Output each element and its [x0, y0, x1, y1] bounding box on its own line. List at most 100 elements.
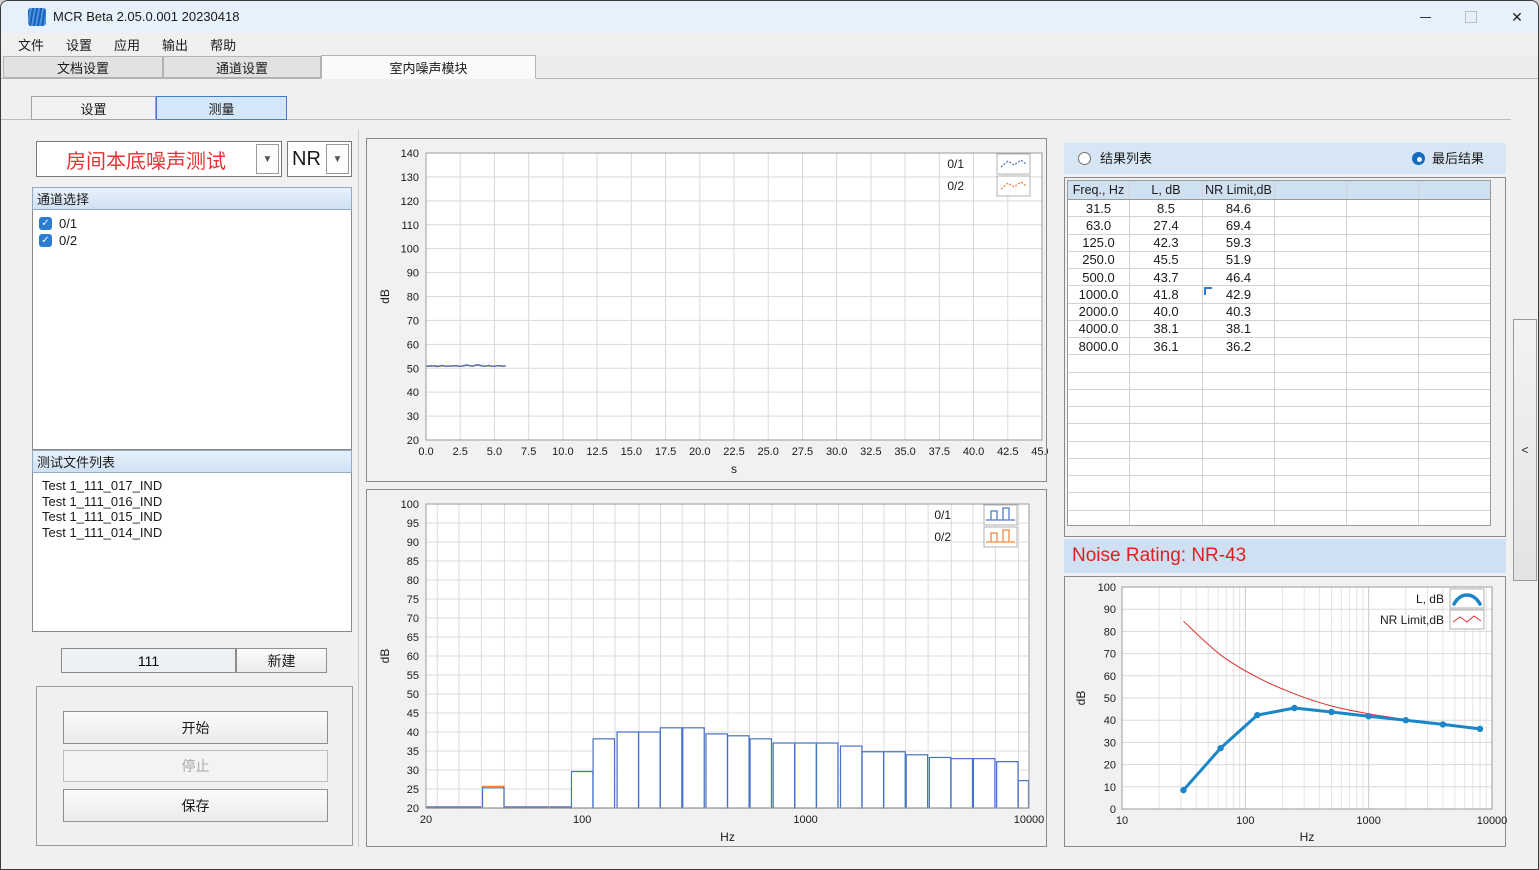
table-cell[interactable] [1130, 459, 1203, 475]
table-row[interactable]: 63.027.469.4 [1068, 217, 1490, 234]
table-cell[interactable] [1347, 235, 1419, 251]
table-cell[interactable] [1203, 355, 1275, 371]
table-cell[interactable]: 38.1 [1203, 321, 1275, 337]
close-button[interactable]: ✕ [1494, 1, 1539, 33]
table-cell[interactable] [1130, 424, 1203, 440]
table-cell[interactable] [1130, 373, 1203, 389]
menu-item-4[interactable]: 帮助 [199, 33, 247, 56]
table-cell[interactable]: 27.4 [1130, 217, 1203, 233]
file-name-input[interactable] [61, 648, 236, 673]
table-cell[interactable] [1068, 459, 1130, 475]
table-cell[interactable]: 250.0 [1068, 252, 1130, 268]
table-cell[interactable] [1130, 355, 1203, 371]
table-cell[interactable] [1130, 390, 1203, 406]
table-cell[interactable]: 69.4 [1203, 217, 1275, 233]
main-tab-0[interactable]: 文档设置 [3, 56, 163, 78]
table-cell[interactable] [1275, 355, 1347, 371]
menu-item-2[interactable]: 应用 [103, 33, 151, 56]
table-cell[interactable] [1347, 269, 1419, 285]
table-cell[interactable] [1068, 442, 1130, 458]
table-cell[interactable]: 46.4 [1203, 269, 1275, 285]
table-cell[interactable] [1419, 200, 1491, 216]
maximize-button[interactable] [1448, 1, 1494, 33]
table-cell[interactable] [1347, 355, 1419, 371]
table-cell[interactable] [1275, 321, 1347, 337]
table-cell[interactable] [1347, 338, 1419, 354]
table-row[interactable] [1068, 390, 1490, 407]
table-row[interactable] [1068, 424, 1490, 441]
table-cell[interactable] [1419, 269, 1491, 285]
table-cell[interactable] [1419, 338, 1491, 354]
table-cell[interactable] [1130, 476, 1203, 492]
table-cell[interactable]: 2000.0 [1068, 304, 1130, 320]
table-cell[interactable]: 43.7 [1130, 269, 1203, 285]
file-list-item-2[interactable]: Test 1_111_015_IND [39, 509, 345, 525]
table-cell[interactable] [1203, 476, 1275, 492]
table-cell[interactable] [1275, 442, 1347, 458]
table-cell[interactable] [1068, 493, 1130, 509]
table-cell[interactable] [1130, 493, 1203, 509]
table-cell[interactable] [1419, 373, 1491, 389]
collapse-panel-handle[interactable]: < [1513, 319, 1537, 581]
results-list-radio[interactable] [1078, 152, 1091, 165]
table-cell[interactable] [1419, 252, 1491, 268]
table-cell[interactable] [1203, 390, 1275, 406]
table-cell[interactable]: 38.1 [1130, 321, 1203, 337]
table-cell[interactable]: 42.9 [1203, 286, 1275, 302]
new-button[interactable]: 新建 [236, 648, 327, 673]
table-cell[interactable] [1419, 493, 1491, 509]
table-row[interactable] [1068, 373, 1490, 390]
rating-combobox[interactable]: NR ▼ [287, 141, 352, 177]
main-tab-1[interactable]: 通道设置 [163, 56, 321, 78]
table-cell[interactable]: 41.8 [1130, 286, 1203, 302]
table-cell[interactable] [1275, 459, 1347, 475]
minimize-button[interactable] [1402, 1, 1448, 33]
table-row[interactable]: 125.042.359.3 [1068, 235, 1490, 252]
table-cell[interactable]: 4000.0 [1068, 321, 1130, 337]
table-cell[interactable] [1419, 321, 1491, 337]
table-cell[interactable] [1419, 511, 1491, 527]
table-cell[interactable] [1275, 286, 1347, 302]
table-cell[interactable] [1347, 407, 1419, 423]
menu-item-1[interactable]: 设置 [55, 33, 103, 56]
table-cell[interactable] [1203, 511, 1275, 527]
table-cell[interactable] [1347, 373, 1419, 389]
checkbox-checked-icon[interactable]: ✓ [39, 234, 52, 247]
table-cell[interactable] [1419, 442, 1491, 458]
save-button[interactable]: 保存 [63, 789, 328, 822]
table-row[interactable]: 31.58.584.6 [1068, 200, 1490, 217]
table-row[interactable] [1068, 493, 1490, 510]
panel-splitter[interactable] [358, 129, 359, 847]
table-cell[interactable]: 45.5 [1130, 252, 1203, 268]
sub-tab-1[interactable]: 测量 [156, 96, 287, 120]
table-cell[interactable]: 8000.0 [1068, 338, 1130, 354]
table-cell[interactable] [1068, 424, 1130, 440]
table-cell[interactable] [1130, 511, 1203, 527]
table-row[interactable] [1068, 476, 1490, 493]
table-cell[interactable] [1203, 493, 1275, 509]
test-type-combobox[interactable]: 房间本底噪声测试 ▼ [36, 141, 282, 177]
table-cell[interactable]: 63.0 [1068, 217, 1130, 233]
table-cell[interactable] [1203, 424, 1275, 440]
file-list-item-3[interactable]: Test 1_111_014_IND [39, 525, 345, 541]
table-cell[interactable] [1419, 424, 1491, 440]
table-cell[interactable] [1203, 459, 1275, 475]
table-row[interactable]: 500.043.746.4 [1068, 269, 1490, 286]
table-cell[interactable]: 40.3 [1203, 304, 1275, 320]
start-button[interactable]: 开始 [63, 711, 328, 744]
table-row[interactable] [1068, 459, 1490, 476]
results-list-radio-label[interactable]: 结果列表 [1100, 143, 1152, 174]
table-cell[interactable] [1275, 424, 1347, 440]
table-cell[interactable] [1419, 390, 1491, 406]
table-cell[interactable] [1275, 269, 1347, 285]
table-row[interactable]: 250.045.551.9 [1068, 252, 1490, 269]
table-cell[interactable] [1275, 252, 1347, 268]
table-cell[interactable] [1275, 390, 1347, 406]
table-cell[interactable] [1275, 338, 1347, 354]
table-cell[interactable]: 125.0 [1068, 235, 1130, 251]
table-row[interactable]: 2000.040.040.3 [1068, 304, 1490, 321]
table-cell[interactable] [1347, 200, 1419, 216]
last-result-radio-label[interactable]: 最后结果 [1432, 143, 1484, 174]
table-cell[interactable] [1068, 476, 1130, 492]
table-cell[interactable] [1130, 407, 1203, 423]
